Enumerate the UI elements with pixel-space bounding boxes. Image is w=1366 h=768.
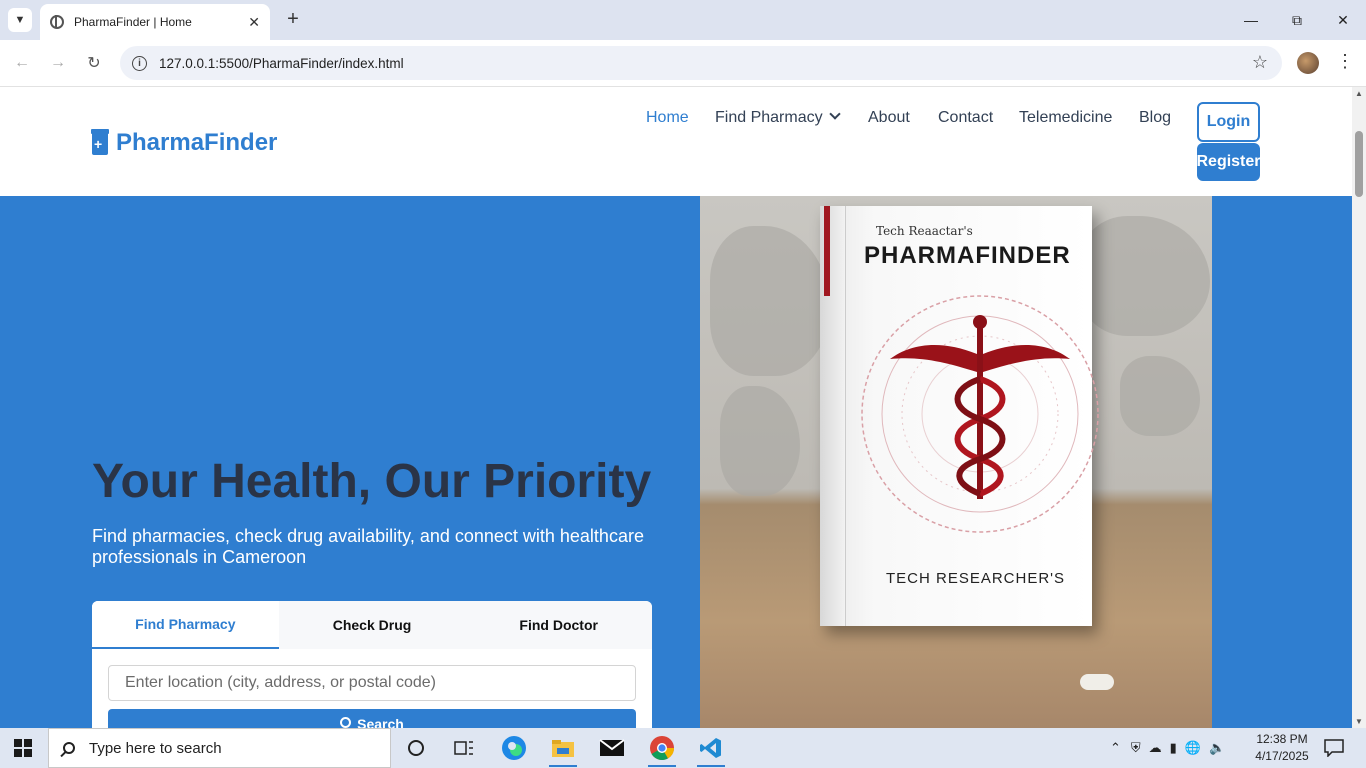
prescription-bottle-icon	[91, 129, 109, 155]
logo-text: PharmaFinder	[116, 129, 278, 156]
notifications-icon[interactable]	[1320, 734, 1348, 762]
tab-close-icon[interactable]: ✕	[248, 14, 260, 31]
hero-section: Your Health, Our Priority Find pharmacie…	[0, 196, 1352, 728]
book-title: PHARMAFINDER	[864, 242, 1071, 269]
hero-subtitle: Find pharmacies, check drug availability…	[92, 526, 644, 567]
page-scrollbar[interactable]: ▲ ▼	[1352, 87, 1366, 728]
new-tab-plus-icon[interactable]: +	[282, 8, 304, 30]
hero-image: Tech Reaactar's PHARMAFINDER TECH RESEAR…	[700, 196, 1212, 728]
mail-icon[interactable]	[598, 734, 626, 762]
cortana-icon[interactable]	[402, 734, 430, 762]
site-logo[interactable]: PharmaFinder	[91, 129, 278, 157]
tab-check-drug[interactable]: Check Drug	[279, 601, 466, 649]
reload-icon[interactable]: ↻	[82, 51, 106, 75]
tab-find-doctor[interactable]: Find Doctor	[465, 601, 652, 649]
forward-arrow-icon[interactable]: →	[46, 51, 70, 75]
chrome-browser-icon[interactable]	[648, 734, 676, 767]
site-info-icon[interactable]: i	[132, 55, 147, 71]
search-tabs: Find Pharmacy Check Drug Find Doctor	[92, 601, 652, 649]
book-cover: Tech Reaactar's PHARMAFINDER TECH RESEAR…	[820, 206, 1099, 626]
location-search-input[interactable]	[108, 665, 636, 701]
nav-contact[interactable]: Contact	[938, 109, 993, 127]
world-map-shape	[1120, 356, 1200, 436]
minimize-icon[interactable]: —	[1228, 6, 1274, 34]
taskbar-search-box[interactable]: Type here to search	[48, 728, 391, 768]
file-explorer-icon[interactable]	[549, 734, 577, 767]
search-button-label: Search	[357, 716, 404, 728]
taskbar-clock[interactable]: 12:38 PM 4/17/2025	[1254, 731, 1310, 765]
battery-icon[interactable]: ▮	[1170, 740, 1177, 756]
volume-icon[interactable]: 🔈	[1209, 740, 1225, 756]
nav-home[interactable]: Home	[646, 109, 689, 127]
system-tray: ⌃ ⛨ ☁ ▮ 🌐 🔈	[1110, 728, 1225, 768]
world-map-shape	[710, 226, 830, 376]
edge-browser-icon[interactable]	[500, 734, 528, 762]
book-spine	[820, 206, 846, 626]
clock-date: 4/17/2025	[1255, 749, 1309, 763]
back-arrow-icon[interactable]: ←	[10, 51, 34, 75]
search-button[interactable]: Search	[108, 709, 636, 728]
login-button[interactable]: Login	[1197, 102, 1260, 142]
book-bottom-text: TECH RESEARCHER'S	[886, 570, 1066, 587]
browser-tab-strip: ▼ PharmaFinder | Home ✕ + — ⧉ ✕	[0, 0, 1366, 40]
bookmark-star-icon[interactable]: ☆	[1252, 52, 1268, 73]
tab-find-pharmacy[interactable]: Find Pharmacy	[92, 601, 279, 649]
register-button[interactable]: Register	[1196, 143, 1261, 181]
browser-menu-icon[interactable]: ⋮	[1336, 51, 1354, 72]
pill-tablet-shape	[1080, 674, 1114, 690]
security-shield-icon[interactable]: ⛨	[1131, 740, 1141, 756]
window-close-icon[interactable]: ✕	[1320, 6, 1366, 34]
show-hidden-icons-chevron-icon[interactable]: ⌃	[1110, 740, 1121, 756]
scroll-up-arrow-icon[interactable]: ▲	[1355, 89, 1363, 98]
nav-telemedicine[interactable]: Telemedicine	[1019, 109, 1112, 127]
scrollbar-thumb[interactable]	[1355, 131, 1363, 197]
browser-tab-active[interactable]: PharmaFinder | Home ✕	[40, 4, 270, 40]
network-globe-icon[interactable]: 🌐	[1185, 740, 1201, 756]
book-top-text: Tech Reaactar's	[876, 224, 973, 238]
windows-taskbar: Type here to search ⌃ ⛨ ☁ ▮ 🌐 🔈 12:38 PM…	[0, 728, 1366, 768]
world-map-shape	[720, 386, 800, 496]
nav-blog[interactable]: Blog	[1139, 109, 1171, 127]
caduceus-emblem-icon	[861, 295, 1099, 533]
profile-avatar[interactable]	[1297, 52, 1319, 74]
taskbar-search-placeholder: Type here to search	[89, 739, 222, 757]
task-view-icon[interactable]	[450, 734, 478, 762]
tab-list-chevron-icon[interactable]: ▼	[8, 8, 32, 32]
hero-title: Your Health, Our Priority	[92, 455, 652, 508]
tab-title: PharmaFinder | Home	[74, 15, 192, 29]
page-viewport: PharmaFinder Home Find Pharmacy About Co…	[0, 87, 1352, 728]
scroll-down-arrow-icon[interactable]: ▼	[1355, 717, 1363, 726]
search-card: Find Pharmacy Check Drug Find Doctor Sea…	[92, 601, 652, 728]
vscode-icon[interactable]	[697, 734, 725, 767]
restore-icon[interactable]: ⧉	[1274, 6, 1320, 34]
clock-time: 12:38 PM	[1256, 732, 1308, 746]
globe-favicon-icon	[50, 15, 64, 29]
search-icon	[340, 717, 352, 728]
windows-start-icon[interactable]	[14, 739, 32, 757]
browser-toolbar: ← → ↻ i 127.0.0.1:5500/PharmaFinder/inde…	[0, 40, 1366, 87]
address-bar[interactable]: i 127.0.0.1:5500/PharmaFinder/index.html…	[120, 46, 1282, 80]
chevron-down-icon	[828, 108, 841, 120]
search-icon	[63, 742, 75, 754]
nav-find-pharmacy-label: Find Pharmacy	[715, 109, 823, 126]
site-header: PharmaFinder Home Find Pharmacy About Co…	[0, 87, 1352, 196]
cloud-sync-icon[interactable]: ☁	[1149, 740, 1162, 756]
url-text[interactable]: 127.0.0.1:5500/PharmaFinder/index.html	[159, 56, 404, 71]
nav-find-pharmacy[interactable]: Find Pharmacy	[715, 108, 841, 127]
nav-about[interactable]: About	[868, 109, 910, 127]
